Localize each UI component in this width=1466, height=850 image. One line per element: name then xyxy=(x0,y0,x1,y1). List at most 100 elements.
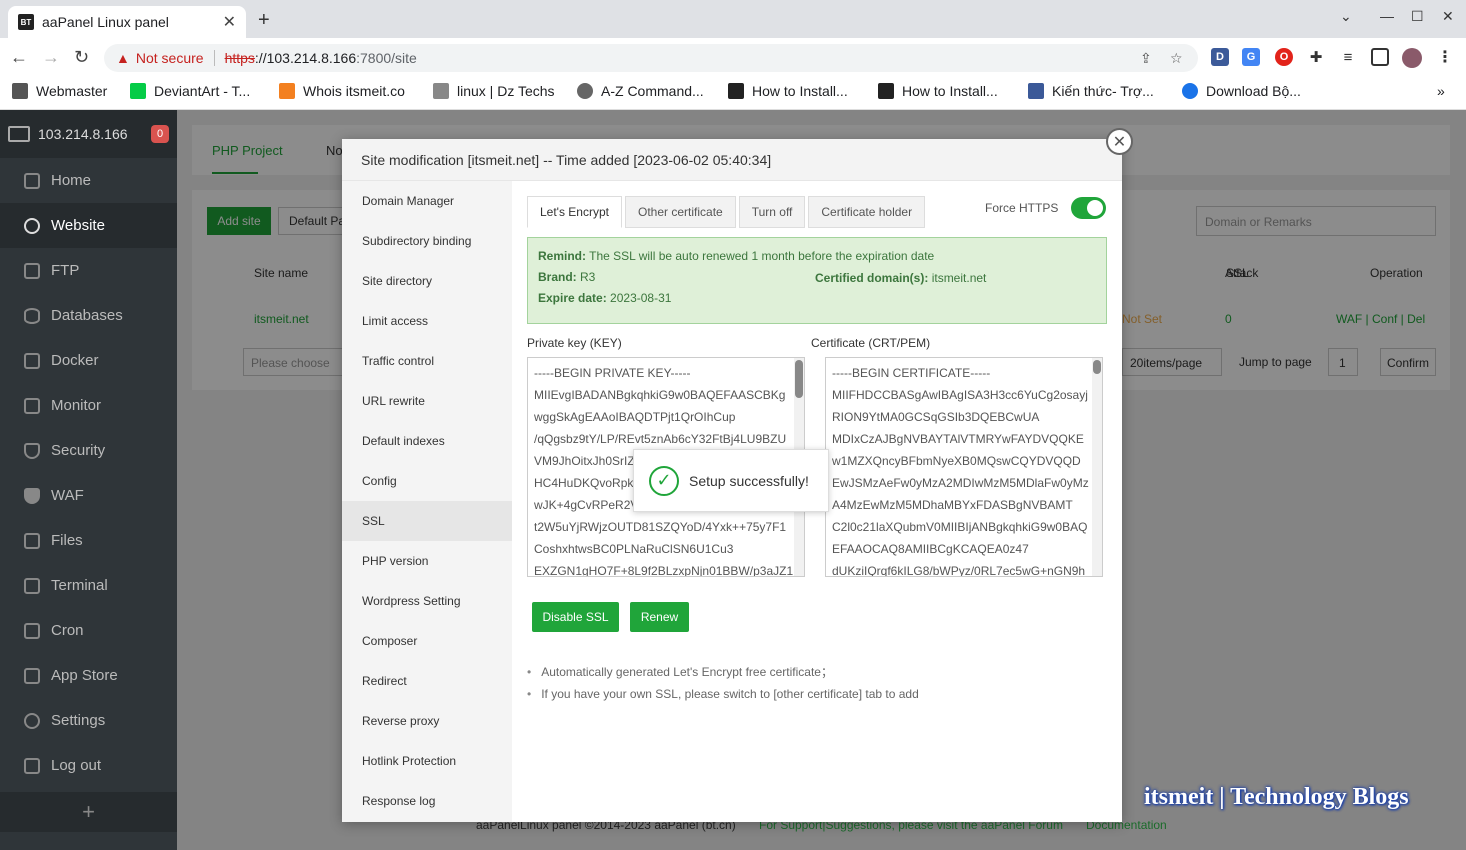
sidebar-item-security[interactable]: Security xyxy=(0,428,177,473)
brand-label: Brand: xyxy=(538,270,577,284)
nav-subdirectory-binding[interactable]: Subdirectory binding xyxy=(342,221,512,261)
maximize-button[interactable]: ☐ xyxy=(1411,8,1424,25)
monitor-icon xyxy=(8,126,30,142)
dialog-title: Site modification [itsmeit.net] -- Time … xyxy=(342,139,1122,181)
sidebar-item-docker[interactable]: Docker xyxy=(0,338,177,383)
favicon-icon: BT xyxy=(18,14,34,30)
nav-ssl[interactable]: SSL xyxy=(342,501,512,541)
tab-turn-off[interactable]: Turn off xyxy=(738,196,806,228)
opera-extension-icon[interactable]: O xyxy=(1275,48,1293,66)
force-https-label: Force HTTPS xyxy=(985,201,1059,215)
menu-dots-icon[interactable]: ⋮ xyxy=(1436,48,1454,66)
extension-d-icon[interactable]: D xyxy=(1211,48,1229,66)
nav-wordpress-setting[interactable]: Wordpress Setting xyxy=(342,581,512,621)
sidebar-item-settings[interactable]: Settings xyxy=(0,698,177,743)
nav-php-version[interactable]: PHP version xyxy=(342,541,512,581)
nav-domain-manager[interactable]: Domain Manager xyxy=(342,181,512,221)
deviantart-icon xyxy=(130,83,146,99)
nav-reverse-proxy[interactable]: Reverse proxy xyxy=(342,701,512,741)
bookmarks-overflow-icon[interactable]: » xyxy=(1437,83,1445,99)
nav-default-indexes[interactable]: Default indexes xyxy=(342,421,512,461)
sidebar-item-logout[interactable]: Log out xyxy=(0,743,177,788)
toast-message: Setup successfully! xyxy=(689,472,809,489)
add-menu-button[interactable]: + xyxy=(0,792,177,832)
disable-ssl-button[interactable]: Disable SSL xyxy=(532,602,619,632)
bookmark-item[interactable]: DeviantArt - T... xyxy=(130,83,250,99)
sidebar-item-files[interactable]: Files xyxy=(0,518,177,563)
close-tab-icon[interactable]: ✕ xyxy=(223,12,236,32)
browser-tab[interactable]: BT aaPanel Linux panel ✕ xyxy=(8,6,246,38)
share-icon[interactable]: ⇪ xyxy=(1140,50,1152,67)
forward-button[interactable]: → xyxy=(42,47,60,68)
bookmark-item[interactable]: A-Z Command... xyxy=(577,83,704,99)
tab-other-certificate[interactable]: Other certificate xyxy=(625,196,736,228)
address-bar[interactable]: ▲ Not secure https ://103.214.8.166 :780… xyxy=(104,44,1198,72)
tab-lets-encrypt[interactable]: Let's Encrypt xyxy=(527,196,622,228)
nav-traffic-control[interactable]: Traffic control xyxy=(342,341,512,381)
sidebar-item-waf[interactable]: WAF xyxy=(0,473,177,518)
nav-redirect[interactable]: Redirect xyxy=(342,661,512,701)
tab-certificate-holder[interactable]: Certificate holder xyxy=(808,196,926,228)
certificate-textarea[interactable]: -----BEGIN CERTIFICATE----- MIIFHDCCBASg… xyxy=(825,357,1103,577)
bookmark-item[interactable]: linux | Dz Techs xyxy=(433,83,555,99)
bookmark-item[interactable]: Whois itsmeit.co xyxy=(279,83,405,99)
cert-scrollbar[interactable] xyxy=(1092,358,1102,576)
key-scroll-thumb[interactable] xyxy=(795,360,803,398)
bookmark-star-icon[interactable]: ☆ xyxy=(1170,50,1183,67)
cert-scroll-thumb[interactable] xyxy=(1093,360,1101,374)
close-window-button[interactable]: ✕ xyxy=(1442,8,1454,25)
nav-hotlink-protection[interactable]: Hotlink Protection xyxy=(342,741,512,781)
bookmark-item[interactable]: How to Install... xyxy=(728,83,848,99)
media-control-icon[interactable]: ≡ xyxy=(1339,48,1357,66)
back-button[interactable]: ← xyxy=(10,47,28,68)
profile-avatar[interactable] xyxy=(1402,48,1422,68)
nav-limit-access[interactable]: Limit access xyxy=(342,301,512,341)
linux-tux-icon xyxy=(878,83,894,99)
clock-icon xyxy=(24,622,40,639)
nav-config[interactable]: Config xyxy=(342,461,512,501)
sidebar-item-ftp[interactable]: FTP xyxy=(0,248,177,293)
close-dialog-button[interactable]: ✕ xyxy=(1106,128,1133,155)
app-grid-icon xyxy=(24,667,40,684)
nav-response-log[interactable]: Response log xyxy=(342,781,512,821)
nav-site-directory[interactable]: Site directory xyxy=(342,261,512,301)
sidebar-item-monitor[interactable]: Monitor xyxy=(0,383,177,428)
cert-line: EwJSMzAeFw0yMzA2MDIwMzM5MDlaFw0yMz xyxy=(832,476,1089,490)
browser-tab-title: aaPanel Linux panel xyxy=(42,14,169,30)
sidebar-item-cron[interactable]: Cron xyxy=(0,608,177,653)
renew-button[interactable]: Renew xyxy=(630,602,689,632)
monitor-chart-icon xyxy=(24,397,40,414)
folder-icon xyxy=(12,83,28,99)
cert-line: RION9YtMA0GCSqGSIb3DQEBCwUA xyxy=(832,410,1040,424)
bookmark-item[interactable]: Kiến thức- Trợ... xyxy=(1028,83,1154,99)
key-line: MIIEvgIBADANBgkqhkiG9w0BAQEFAASCBKg xyxy=(534,388,786,402)
force-https-toggle[interactable] xyxy=(1071,197,1106,219)
waf-shield-icon xyxy=(24,487,40,504)
bookmark-item[interactable]: Download Bộ... xyxy=(1182,83,1301,99)
translate-extension-icon[interactable]: G xyxy=(1242,48,1260,66)
nav-url-rewrite[interactable]: URL rewrite xyxy=(342,381,512,421)
bookmark-item[interactable]: How to Install... xyxy=(878,83,998,99)
side-panel-icon[interactable] xyxy=(1371,48,1389,66)
sidebar-item-app-store[interactable]: App Store xyxy=(0,653,177,698)
key-line: CoshxhtwsBC0PLNaRuClSN6U1Cu3 xyxy=(534,542,734,556)
globe-icon xyxy=(24,217,40,234)
extensions-puzzle-icon[interactable]: ✚ xyxy=(1307,48,1325,66)
browser-tab-strip: BT aaPanel Linux panel ✕ + ⌄ — ☐ ✕ xyxy=(0,0,1466,38)
site-icon xyxy=(433,83,449,99)
sidebar-item-databases[interactable]: Databases xyxy=(0,293,177,338)
new-tab-button[interactable]: + xyxy=(258,9,270,32)
minimize-button[interactable]: — xyxy=(1380,8,1394,24)
note-item: If you have your own SSL, please switch … xyxy=(527,687,919,701)
key-line: wggSkAgEAAoIBAQDTPjt1QrOIhCup xyxy=(534,410,736,424)
reload-button[interactable]: ↻ xyxy=(74,47,89,68)
sidebar-item-website[interactable]: Website xyxy=(0,203,177,248)
bookmark-item[interactable]: Webmaster xyxy=(12,83,107,99)
alert-count-badge[interactable]: 0 xyxy=(151,125,169,143)
security-label[interactable]: Not secure xyxy=(136,50,204,66)
tab-search-chevron-icon[interactable]: ⌄ xyxy=(1340,8,1352,25)
server-header: 103.214.8.166 0 xyxy=(0,110,177,158)
nav-composer[interactable]: Composer xyxy=(342,621,512,661)
sidebar-item-terminal[interactable]: Terminal xyxy=(0,563,177,608)
sidebar-item-home[interactable]: Home xyxy=(0,158,177,203)
